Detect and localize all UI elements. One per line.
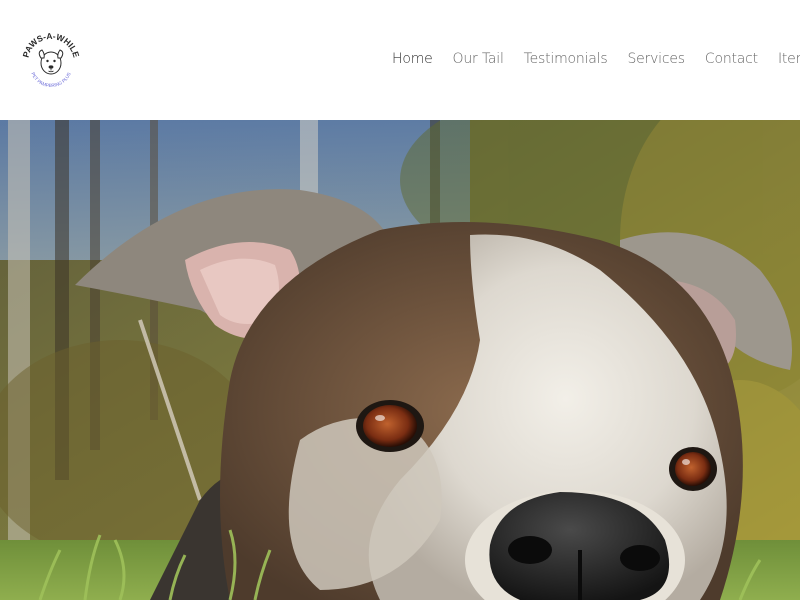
brand-logo[interactable]: PAWS-A-WHILE PET PAMPERING PLUS (20, 30, 82, 92)
nav-item-contact[interactable]: Contact (705, 51, 758, 67)
main-nav: Home Our Tail Testimonials Services Cont… (392, 49, 800, 69)
site-header: PAWS-A-WHILE PET PAMPERING PLUS Home Our… (0, 0, 800, 120)
hero-dog-photo (0, 120, 800, 600)
logo-emblem-icon: PAWS-A-WHILE PET PAMPERING PLUS (21, 31, 82, 88)
hero-image (0, 120, 800, 600)
nav-item-our-tail[interactable]: Our Tail (453, 51, 504, 67)
nav-item-testimonials[interactable]: Testimonials (524, 51, 608, 67)
nav-item-services[interactable]: Services (627, 51, 685, 67)
nav-item-home[interactable]: Home (392, 51, 433, 67)
nav-item-items[interactable]: Items (778, 51, 800, 67)
